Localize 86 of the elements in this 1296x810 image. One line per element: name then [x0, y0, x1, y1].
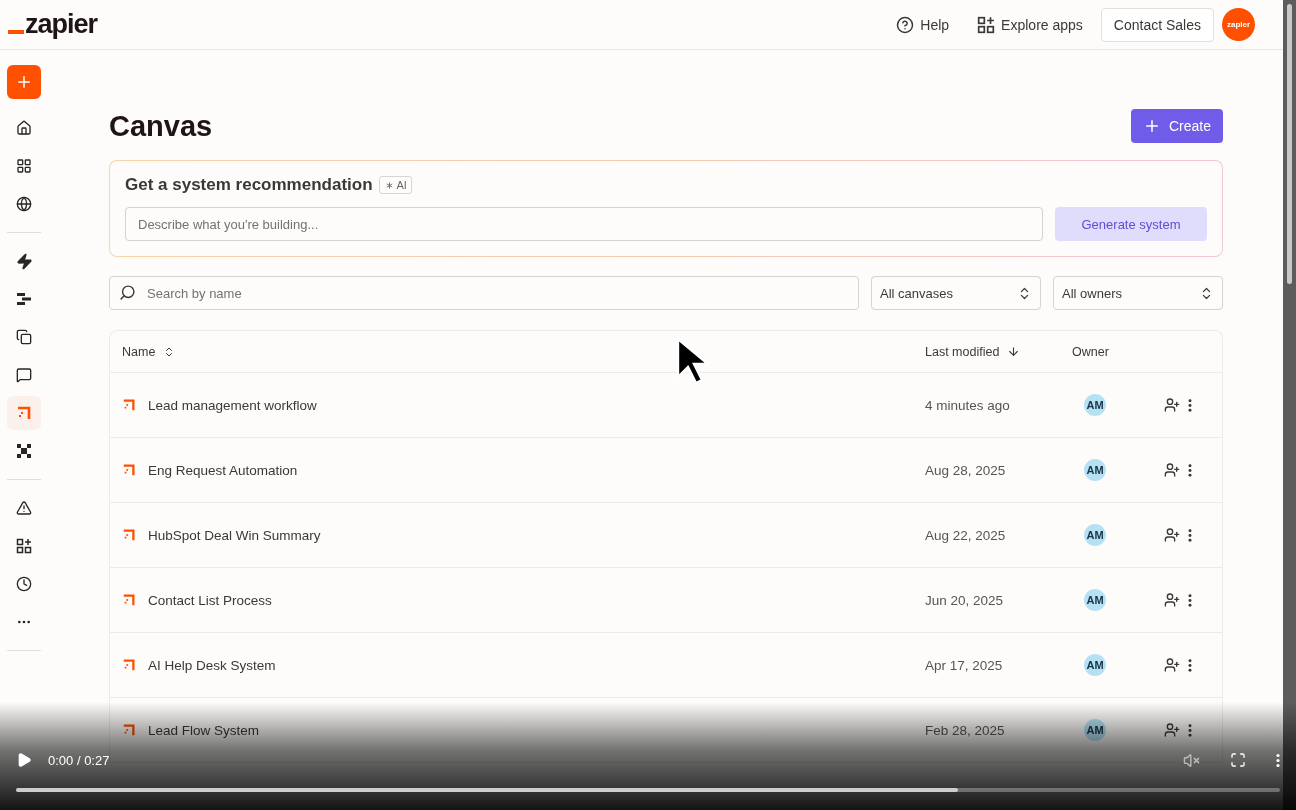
- share-user-button[interactable]: [1162, 720, 1182, 740]
- page-title: Canvas: [109, 109, 213, 143]
- more-vertical-icon: [1188, 398, 1192, 412]
- grid-plus-icon: [977, 15, 996, 34]
- owner-column-header: Owner: [1072, 344, 1110, 359]
- help-link[interactable]: Help: [886, 9, 960, 40]
- zapier-logo[interactable]: zapier: [8, 11, 98, 38]
- user-plus-icon: [1164, 722, 1180, 738]
- owner-avatar: AM: [1084, 654, 1106, 676]
- canvas-icon: [122, 658, 136, 672]
- modified-date: 4 minutes ago: [925, 397, 1011, 413]
- modified-date: Apr 17, 2025: [925, 657, 1004, 673]
- canvas-icon: [122, 398, 136, 412]
- more-vertical-icon: [1188, 658, 1192, 672]
- user-plus-icon: [1164, 397, 1180, 413]
- create-button[interactable]: Create: [1130, 109, 1223, 143]
- share-user-button[interactable]: [1162, 525, 1182, 545]
- canvas-icon: [122, 528, 136, 542]
- fullscreen-button[interactable]: [1230, 752, 1246, 768]
- name-column-header[interactable]: Name: [122, 344, 176, 359]
- share-user-button[interactable]: [1162, 590, 1182, 610]
- muted-button[interactable]: [1183, 751, 1200, 769]
- modified-date: Aug 22, 2025: [925, 527, 1007, 543]
- search-icon: [119, 284, 136, 301]
- user-plus-icon: [1164, 462, 1180, 478]
- nodes-icon: [16, 443, 32, 459]
- user-plus-icon: [1164, 657, 1180, 673]
- more-vertical-icon: [1276, 752, 1280, 768]
- arrow-down-icon: [1007, 345, 1021, 358]
- stacked-squares-icon: [16, 329, 32, 345]
- canvas-icon: [122, 593, 136, 607]
- owner-avatar: AM: [1084, 719, 1106, 741]
- play-icon: [16, 752, 32, 768]
- explore-apps-link[interactable]: Explore apps: [967, 9, 1093, 40]
- last-modified-column-header[interactable]: Last modified: [925, 344, 1021, 359]
- play-button[interactable]: [16, 752, 32, 768]
- filter-dropdown[interactable]: All canvases: [871, 276, 1041, 310]
- describe-input-field[interactable]: Describe what you're building...: [125, 207, 1043, 241]
- owner-avatar: AM: [1084, 589, 1106, 611]
- owner-avatar: AM: [1084, 394, 1106, 416]
- canvas-icon: [16, 405, 32, 421]
- video-time: 0:00 / 0:27: [48, 752, 110, 768]
- clock-icon: [16, 576, 32, 592]
- owner-avatar: AM: [1084, 459, 1106, 481]
- more-vertical-icon: [1188, 723, 1192, 737]
- new-button[interactable]: [7, 65, 41, 99]
- owner-avatar: AM: [1084, 524, 1106, 546]
- warning-icon: [16, 500, 32, 516]
- home-icon: [16, 120, 32, 136]
- search-field[interactable]: Search by name: [109, 276, 859, 310]
- bars-icon: [16, 291, 32, 307]
- canvas-name-link[interactable]: Lead management workflow: [122, 397, 317, 413]
- share-user-button[interactable]: [1162, 460, 1182, 480]
- share-user-button[interactable]: [1162, 655, 1182, 675]
- fullscreen-icon: [1230, 752, 1246, 768]
- chat-bubble-icon: [16, 367, 32, 383]
- more-vertical-icon: [1188, 528, 1192, 542]
- canvas-name-link[interactable]: Contact List Process: [122, 592, 272, 608]
- grid-icon: [16, 158, 32, 174]
- canvas-icon: [122, 723, 136, 737]
- canvas-name-link[interactable]: Lead Flow System: [122, 722, 260, 738]
- generate-system-button[interactable]: Generate system: [1055, 207, 1207, 241]
- filter-dropdown[interactable]: All owners: [1053, 276, 1223, 310]
- grid-plus-icon: [16, 538, 32, 554]
- muted-speaker-icon: [1183, 751, 1200, 769]
- more-options-button[interactable]: [1276, 752, 1280, 768]
- lightning-icon: [15, 252, 33, 270]
- recommendation-title: Get a system recommendation: [125, 175, 373, 195]
- canvas-name-link[interactable]: AI Help Desk System: [122, 657, 276, 673]
- user-plus-icon: [1164, 527, 1180, 543]
- modified-date: Feb 28, 2025: [925, 722, 1006, 738]
- share-user-button[interactable]: [1162, 395, 1182, 415]
- help-icon: [896, 15, 915, 34]
- scrollbar[interactable]: [1283, 0, 1296, 810]
- plus-icon: [15, 73, 33, 91]
- canvas-name-link[interactable]: HubSpot Deal Win Summary: [122, 527, 321, 543]
- modified-date: Aug 28, 2025: [925, 462, 1007, 478]
- user-plus-icon: [1164, 592, 1180, 608]
- canvas-icon: [122, 463, 136, 477]
- canvas-name-link[interactable]: Eng Request Automation: [122, 462, 298, 478]
- globe-icon: [16, 196, 32, 212]
- contact-sales-button[interactable]: Contact Sales: [1100, 7, 1214, 42]
- more-vertical-icon: [1188, 463, 1192, 477]
- modified-date: Jun 20, 2025: [925, 592, 1005, 608]
- more-vertical-icon: [1188, 593, 1192, 607]
- ai-badge: AI: [378, 176, 412, 194]
